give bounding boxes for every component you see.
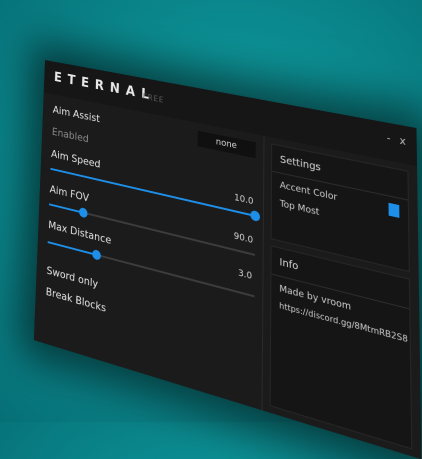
aim-fov-label: Aim FOV	[49, 182, 90, 205]
max-distance-slider[interactable]	[47, 241, 255, 298]
aim-speed-value: 10.0	[234, 192, 254, 208]
aim-speed-handle[interactable]	[250, 209, 261, 223]
cheat-window: ETERNAL FREE - x Aim Assist none Enabled…	[33, 60, 422, 459]
aim-mode-dropdown[interactable]: none	[197, 130, 256, 159]
aim-assist-toggle[interactable]: Aim Assist	[53, 103, 100, 125]
settings-title: Settings	[279, 154, 321, 174]
max-distance-handle[interactable]	[91, 248, 101, 261]
max-distance-value: 3.0	[238, 268, 253, 283]
scene: ETERNAL FREE - x Aim Assist none Enabled…	[0, 0, 422, 459]
close-icon[interactable]: x	[399, 135, 405, 148]
app-subtitle: FREE	[142, 92, 165, 105]
enabled-toggle[interactable]: Enabled	[52, 125, 89, 145]
max-distance-label: Max Distance	[48, 218, 112, 247]
accent-color-swatch[interactable]	[388, 202, 400, 218]
aim-settings-panel: Aim Assist none Enabled Aim Speed 10.0 A…	[33, 92, 265, 411]
minimize-icon[interactable]: -	[387, 133, 391, 145]
max-distance-fill	[47, 241, 97, 256]
aim-fov-handle[interactable]	[79, 206, 89, 219]
aim-speed-label: Aim Speed	[50, 147, 101, 171]
aim-fov-value: 90.0	[233, 231, 254, 247]
top-most-toggle[interactable]: Top Most	[280, 199, 320, 218]
info-title: Info	[279, 256, 299, 273]
info-panel: Info Made by vroom https://discord.gg/8M…	[269, 245, 413, 450]
